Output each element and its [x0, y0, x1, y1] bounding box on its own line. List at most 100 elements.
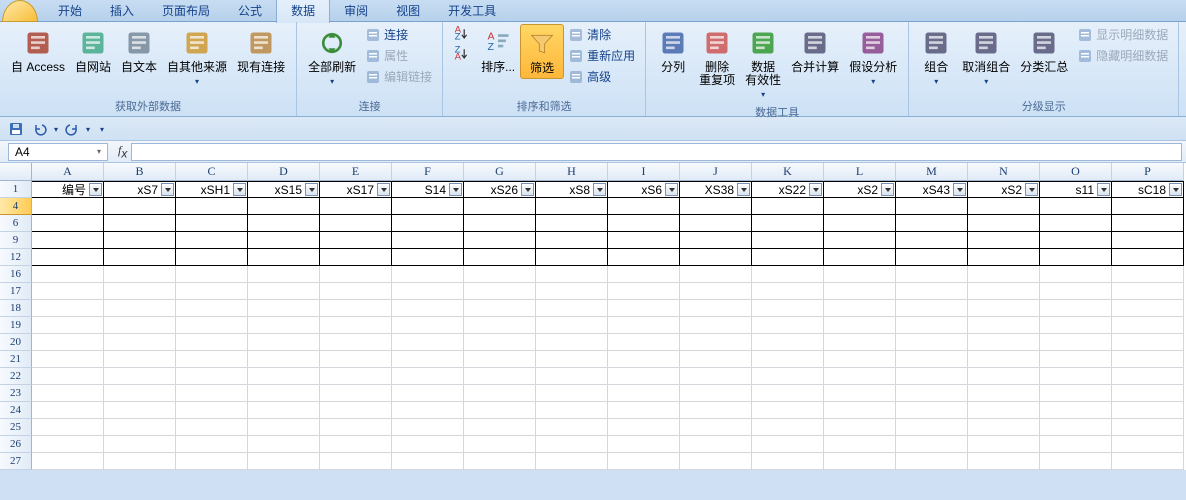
cell-M25[interactable]	[896, 419, 968, 436]
cell-C12[interactable]	[176, 249, 248, 266]
cell-L18[interactable]	[824, 300, 896, 317]
cell-I25[interactable]	[608, 419, 680, 436]
cell-H27[interactable]	[536, 453, 608, 470]
cell-C24[interactable]	[176, 402, 248, 419]
cell-K21[interactable]	[752, 351, 824, 368]
cell-O21[interactable]	[1040, 351, 1112, 368]
cell-B19[interactable]	[104, 317, 176, 334]
cell-B27[interactable]	[104, 453, 176, 470]
btn-ungroup[interactable]: 取消组合▾	[957, 24, 1015, 91]
cell-H23[interactable]	[536, 385, 608, 402]
cell-E25[interactable]	[320, 419, 392, 436]
cell-H21[interactable]	[536, 351, 608, 368]
cell-D25[interactable]	[248, 419, 320, 436]
cell-F6[interactable]	[392, 215, 464, 232]
cell-K4[interactable]	[752, 198, 824, 215]
cell-E12[interactable]	[320, 249, 392, 266]
cell-O19[interactable]	[1040, 317, 1112, 334]
cell-B6[interactable]	[104, 215, 176, 232]
cell-O27[interactable]	[1040, 453, 1112, 470]
cell-O6[interactable]	[1040, 215, 1112, 232]
cell-K1[interactable]: xS22	[752, 181, 824, 198]
cell-O17[interactable]	[1040, 283, 1112, 300]
cell-C1[interactable]: xSH1	[176, 181, 248, 198]
cell-C25[interactable]	[176, 419, 248, 436]
cell-K18[interactable]	[752, 300, 824, 317]
cell-F20[interactable]	[392, 334, 464, 351]
cell-I17[interactable]	[608, 283, 680, 300]
cell-H18[interactable]	[536, 300, 608, 317]
cell-P23[interactable]	[1112, 385, 1184, 402]
cell-M24[interactable]	[896, 402, 968, 419]
btn-link[interactable]: 连接	[361, 24, 436, 45]
cell-G4[interactable]	[464, 198, 536, 215]
cell-D21[interactable]	[248, 351, 320, 368]
cell-F17[interactable]	[392, 283, 464, 300]
tab-2[interactable]: 页面布局	[148, 0, 224, 23]
cell-A9[interactable]	[32, 232, 104, 249]
cell-L21[interactable]	[824, 351, 896, 368]
cell-D17[interactable]	[248, 283, 320, 300]
cell-P12[interactable]	[1112, 249, 1184, 266]
cell-M21[interactable]	[896, 351, 968, 368]
cell-J26[interactable]	[680, 436, 752, 453]
cell-E20[interactable]	[320, 334, 392, 351]
cell-L22[interactable]	[824, 368, 896, 385]
tab-1[interactable]: 插入	[96, 0, 148, 23]
btn-other[interactable]: 自其他来源▾	[162, 24, 232, 91]
row-header-6[interactable]: 6	[0, 215, 32, 232]
cell-D16[interactable]	[248, 266, 320, 283]
cell-D23[interactable]	[248, 385, 320, 402]
cell-O26[interactable]	[1040, 436, 1112, 453]
cell-N22[interactable]	[968, 368, 1040, 385]
row-header-22[interactable]: 22	[0, 368, 32, 385]
cell-N27[interactable]	[968, 453, 1040, 470]
cell-M20[interactable]	[896, 334, 968, 351]
cell-B23[interactable]	[104, 385, 176, 402]
cell-C4[interactable]	[176, 198, 248, 215]
cell-J9[interactable]	[680, 232, 752, 249]
redo-dropdown[interactable]: ▾	[86, 125, 90, 134]
cell-F27[interactable]	[392, 453, 464, 470]
cell-C27[interactable]	[176, 453, 248, 470]
filter-btn[interactable]	[89, 183, 102, 196]
col-header-O[interactable]: O	[1040, 163, 1112, 181]
filter-btn[interactable]	[593, 183, 606, 196]
btn-dup[interactable]: 删除重复项	[694, 24, 740, 90]
cell-D27[interactable]	[248, 453, 320, 470]
cell-K19[interactable]	[752, 317, 824, 334]
cell-I12[interactable]	[608, 249, 680, 266]
cell-M4[interactable]	[896, 198, 968, 215]
cell-E18[interactable]	[320, 300, 392, 317]
tab-0[interactable]: 开始	[44, 0, 96, 23]
cell-O24[interactable]	[1040, 402, 1112, 419]
cell-B22[interactable]	[104, 368, 176, 385]
cell-B24[interactable]	[104, 402, 176, 419]
cell-L26[interactable]	[824, 436, 896, 453]
cell-H19[interactable]	[536, 317, 608, 334]
cell-J19[interactable]	[680, 317, 752, 334]
cell-P19[interactable]	[1112, 317, 1184, 334]
cell-D19[interactable]	[248, 317, 320, 334]
cell-K22[interactable]	[752, 368, 824, 385]
cell-H6[interactable]	[536, 215, 608, 232]
tab-6[interactable]: 视图	[382, 0, 434, 23]
row-header-27[interactable]: 27	[0, 453, 32, 470]
cell-F24[interactable]	[392, 402, 464, 419]
cell-E17[interactable]	[320, 283, 392, 300]
col-header-E[interactable]: E	[320, 163, 392, 181]
cell-G12[interactable]	[464, 249, 536, 266]
cell-B1[interactable]: xS7	[104, 181, 176, 198]
cell-K23[interactable]	[752, 385, 824, 402]
col-header-P[interactable]: P	[1112, 163, 1184, 181]
cell-O25[interactable]	[1040, 419, 1112, 436]
cell-J16[interactable]	[680, 266, 752, 283]
cell-J1[interactable]: XS38	[680, 181, 752, 198]
cell-N9[interactable]	[968, 232, 1040, 249]
cell-N19[interactable]	[968, 317, 1040, 334]
cell-I23[interactable]	[608, 385, 680, 402]
col-header-B[interactable]: B	[104, 163, 176, 181]
btn-split[interactable]: 分列	[652, 24, 694, 77]
filter-btn[interactable]	[449, 183, 462, 196]
cell-L9[interactable]	[824, 232, 896, 249]
